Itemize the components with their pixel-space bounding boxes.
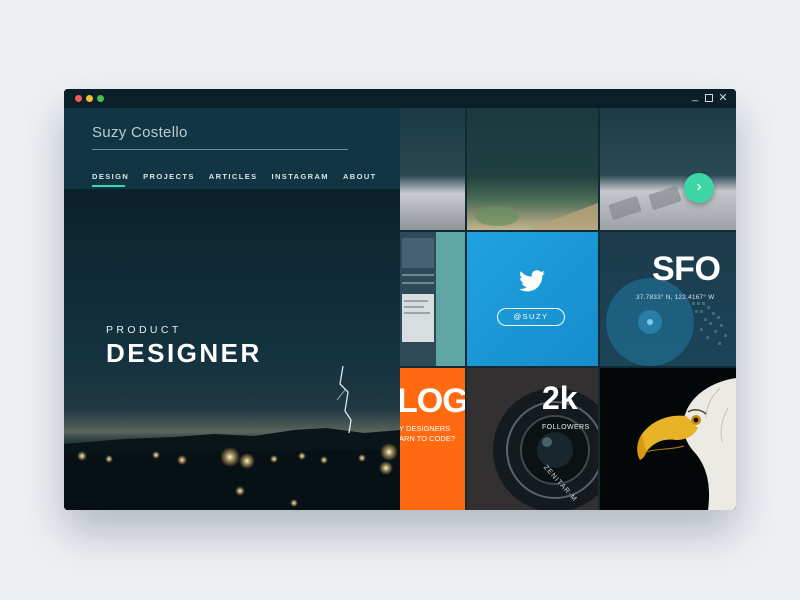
maximize-icon[interactable] [702, 91, 716, 105]
nav-about[interactable]: ABOUT [343, 172, 377, 181]
twitter-handle-button[interactable]: @SUZY [497, 308, 565, 326]
site-header: Suzy Costello DESIGN PROJECTS ARTICLES I… [64, 108, 400, 189]
followers-label: FOLLOWERS [542, 424, 590, 431]
blog-teaser-line1: Y DESIGNERS [400, 424, 451, 433]
followers-count: 2k [542, 380, 578, 416]
hero-title: DESIGNER [106, 338, 262, 368]
minimize-icon[interactable]: _ [688, 89, 702, 103]
twitter-bird-icon [519, 270, 545, 292]
chevron-right-icon: › [696, 178, 702, 195]
tile-twitter[interactable]: @SUZY [467, 232, 598, 366]
browser-window: _ ✕ Suzy Costello DESIGN PROJECTS ARTICL… [64, 89, 736, 510]
hero-subtitle: PRODUCT [106, 324, 182, 336]
tile-teal-accent [436, 232, 465, 366]
blog-title: LOG [400, 382, 465, 420]
tile-keyboard-right[interactable] [600, 108, 736, 230]
blog-teaser-line2: ARN TO CODE? [400, 434, 455, 443]
location-coordinates: 37.7833° N, 122.4167° W [636, 294, 715, 301]
next-arrow-button[interactable]: › [684, 173, 714, 203]
nav-design[interactable]: DESIGN [92, 172, 129, 181]
tile-plant[interactable] [467, 108, 598, 230]
nav-projects[interactable]: PROJECTS [143, 172, 195, 181]
site-name: Suzy Costello [92, 124, 188, 141]
maximize-dot[interactable] [97, 95, 104, 102]
name-divider [92, 149, 348, 150]
tile-screenshot[interactable] [400, 232, 436, 366]
minimize-dot[interactable] [86, 95, 93, 102]
tile-blog[interactable]: LOG Y DESIGNERS ARN TO CODE? [400, 368, 465, 510]
nav-instagram[interactable]: INSTAGRAM [272, 172, 329, 181]
nav-articles[interactable]: ARTICLES [209, 172, 258, 181]
tile-location[interactable]: SFO 37.7833° N, 122.4167° W [600, 232, 736, 366]
tile-eagle[interactable] [600, 368, 736, 510]
location-code: SFO [652, 250, 721, 288]
window-titlebar: _ ✕ [64, 89, 736, 108]
tile-camera[interactable]: 2k FOLLOWERS ZENITAR-M [467, 368, 598, 510]
close-dot[interactable] [75, 95, 82, 102]
tile-grid: @SUZY SFO 37.7833° N, 122.4167° W LOG Y … [400, 108, 736, 510]
nav-active-indicator [92, 185, 125, 187]
tile-keyboard-left[interactable] [400, 108, 465, 230]
main-nav: DESIGN PROJECTS ARTICLES INSTAGRAM ABOUT [92, 172, 377, 181]
close-icon[interactable]: ✕ [716, 91, 730, 105]
